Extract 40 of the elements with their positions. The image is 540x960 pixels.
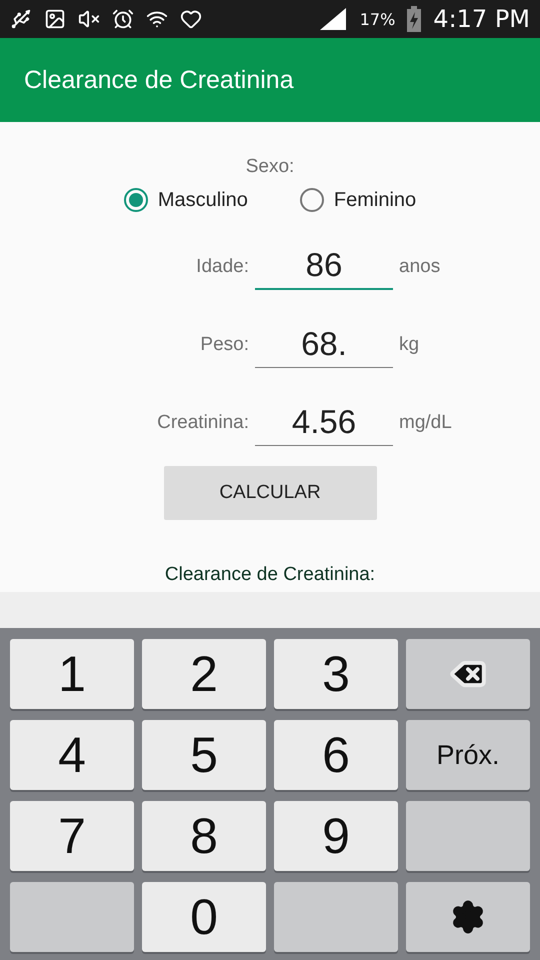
image-icon xyxy=(44,8,66,30)
alarm-icon xyxy=(112,8,134,30)
digit-key[interactable]: 5 xyxy=(142,720,266,790)
radio-label[interactable]: Feminino xyxy=(334,188,416,212)
backspace-key[interactable] xyxy=(406,639,530,709)
mute-icon xyxy=(78,8,100,30)
radio-label[interactable]: Masculino xyxy=(158,188,248,212)
sex-label: Sexo: xyxy=(246,156,294,178)
signal-icon xyxy=(318,6,348,32)
digit-key[interactable]: 1 xyxy=(10,639,134,709)
unit-label: anos xyxy=(399,256,442,279)
digit-key[interactable]: 3 xyxy=(274,639,398,709)
digit-key[interactable]: 8 xyxy=(142,801,266,871)
battery-percent: 17% xyxy=(360,10,396,28)
field-label: Creatinina: xyxy=(156,412,249,435)
input-field[interactable]: 4.56 xyxy=(255,403,393,446)
unit-label: kg xyxy=(399,334,420,357)
heart-icon xyxy=(180,8,202,30)
digit-key[interactable]: 2 xyxy=(142,639,266,709)
digit-key[interactable]: 9 xyxy=(274,801,398,871)
input-field[interactable]: 86 xyxy=(255,246,393,290)
digit-key[interactable]: 0 xyxy=(142,882,266,952)
digit-key[interactable]: 7 xyxy=(10,801,134,871)
input-field[interactable]: 68. xyxy=(255,325,393,368)
field-label: Peso: xyxy=(199,334,249,357)
field-label: Idade: xyxy=(195,256,249,279)
usb-icon xyxy=(10,8,32,30)
settings-key[interactable] xyxy=(406,882,530,952)
next-key[interactable]: Próx. xyxy=(406,720,530,790)
digit-key[interactable]: 4 xyxy=(10,720,134,790)
battery-icon xyxy=(407,6,422,32)
app-title: Clearance de Creatinina xyxy=(24,66,294,94)
calculate-button[interactable]: CALCULAR xyxy=(164,466,376,520)
clock-time: 4:17 PM xyxy=(433,5,530,33)
digit-key[interactable]: 6 xyxy=(274,720,398,790)
radio-button[interactable] xyxy=(300,188,324,212)
radio-button[interactable] xyxy=(124,188,148,212)
settings-icon xyxy=(450,899,486,935)
result-label: Clearance de Creatinina: xyxy=(164,564,376,586)
unit-label: mg/dL xyxy=(399,412,453,435)
